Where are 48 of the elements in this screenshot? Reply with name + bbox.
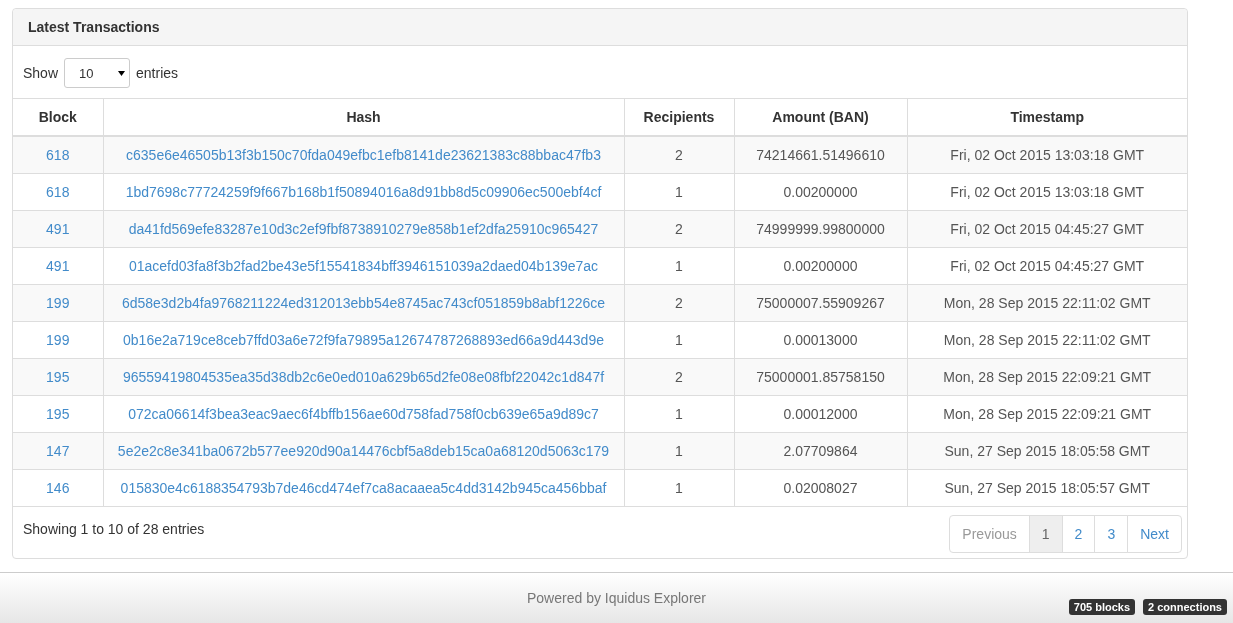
table-cell: 0.02008027 xyxy=(734,469,907,507)
panel-title: Latest Transactions xyxy=(28,19,160,35)
table-cell: 2 xyxy=(624,358,734,396)
table-cell: 0.00012000 xyxy=(734,395,907,433)
pagination-button[interactable]: Next xyxy=(1127,515,1182,553)
table-cell: Fri, 02 Oct 2015 04:45:27 GMT xyxy=(907,210,1187,248)
block-link[interactable]: 618 xyxy=(46,147,70,163)
table-cell: Sun, 27 Sep 2015 18:05:58 GMT xyxy=(907,432,1187,470)
table-info: Showing 1 to 10 of 28 entries xyxy=(23,521,205,537)
block-link[interactable]: 199 xyxy=(46,295,70,311)
entries-label: entries xyxy=(136,65,179,81)
table-cell: 2 xyxy=(624,210,734,248)
block-link[interactable]: 195 xyxy=(46,406,70,422)
show-label: Show xyxy=(23,65,59,81)
block-link[interactable]: 618 xyxy=(46,184,70,200)
status-badge: 2 connections xyxy=(1143,599,1227,615)
block-link[interactable]: 491 xyxy=(46,221,70,237)
table-cell: 1 xyxy=(624,469,734,507)
table-cell: Mon, 28 Sep 2015 22:11:02 GMT xyxy=(907,284,1187,322)
table-cell: 1 xyxy=(624,432,734,470)
block-link[interactable]: 147 xyxy=(46,443,70,459)
table-cell: 1 xyxy=(624,321,734,359)
table-cell: Fri, 02 Oct 2015 13:03:18 GMT xyxy=(907,136,1187,174)
table-cell: Mon, 28 Sep 2015 22:09:21 GMT xyxy=(907,358,1187,396)
entries-select[interactable]: 10 xyxy=(64,58,131,88)
block-link[interactable]: 146 xyxy=(46,480,70,496)
table-cell: 0.00200000 xyxy=(734,247,907,285)
table-cell: 2 xyxy=(624,284,734,322)
table-cell: 75000007.55909267 xyxy=(734,284,907,322)
caret-icon xyxy=(118,70,126,76)
table-cell: 0.00200000 xyxy=(734,173,907,211)
table-cell: 75000001.85758150 xyxy=(734,358,907,396)
status-badge: 705 blocks xyxy=(1068,599,1136,615)
table-cell: 1 xyxy=(624,173,734,211)
block-link[interactable]: 199 xyxy=(46,332,70,348)
table-cell: 1 xyxy=(624,247,734,285)
pagination-button[interactable]: 2 xyxy=(1061,515,1096,553)
table-cell: 2.07709864 xyxy=(734,432,907,470)
block-link[interactable]: 491 xyxy=(46,258,70,274)
table-cell: 74999999.99800000 xyxy=(734,210,907,248)
pagination-button[interactable]: 3 xyxy=(1094,515,1129,553)
pagination-button[interactable]: 1 xyxy=(1028,515,1063,553)
table-cell: 74214661.51496610 xyxy=(734,136,907,174)
table-cell: 0.00013000 xyxy=(734,321,907,359)
block-link[interactable]: 195 xyxy=(46,369,70,385)
footer-text: Powered by Iquidus Explorer xyxy=(527,590,706,606)
table-cell: 1 xyxy=(624,395,734,433)
table-cell: 2 xyxy=(624,136,734,174)
